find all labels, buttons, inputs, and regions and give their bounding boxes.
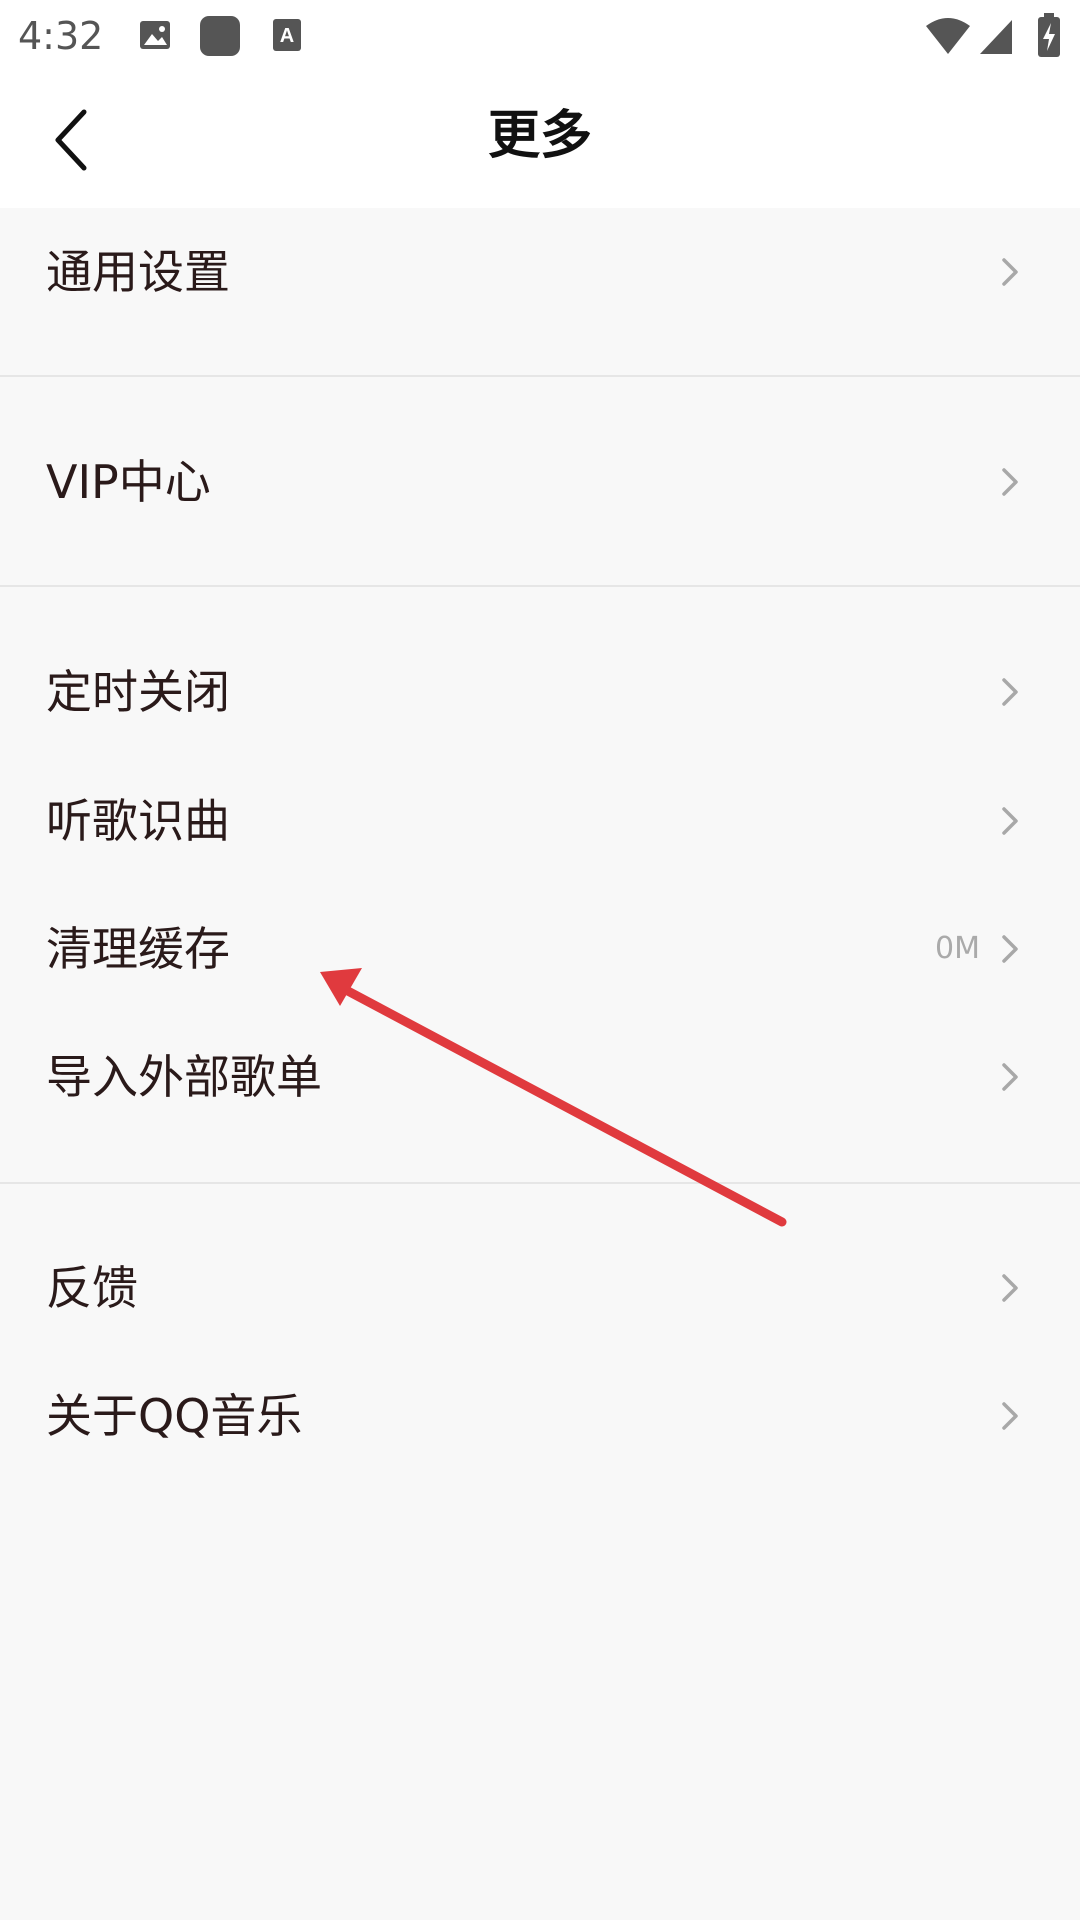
chevron-right-icon <box>1002 1274 1018 1302</box>
a-icon: A <box>273 19 301 51</box>
chevron-right-icon <box>1002 1402 1018 1430</box>
app-icon <box>200 16 240 56</box>
wifi-icon <box>926 18 970 54</box>
menu-item-song-recognition[interactable]: 听歌识曲 <box>0 757 1080 885</box>
menu-item-general-settings[interactable]: 通用设置 <box>0 208 1080 336</box>
chevron-right-icon <box>1002 935 1018 963</box>
menu-item-label: VIP中心 <box>46 455 211 509</box>
svg-text:A: A <box>280 25 294 47</box>
menu-item-feedback[interactable]: 反馈 <box>0 1224 1080 1352</box>
menu-item-vip-center[interactable]: VIP中心 <box>0 418 1080 546</box>
battery-icon <box>1038 13 1060 57</box>
menu-item-label: 关于QQ音乐 <box>46 1389 303 1443</box>
chevron-right-icon <box>1002 807 1018 835</box>
menu-item-label: 清理缓存 <box>46 922 230 976</box>
menu-item-about[interactable]: 关于QQ音乐 <box>0 1352 1080 1480</box>
cache-size-value: 0M <box>935 931 980 966</box>
chevron-right-icon <box>1002 258 1018 286</box>
chevron-right-icon <box>1002 1063 1018 1091</box>
menu-item-import-playlist[interactable]: 导入外部歌单 <box>0 1013 1080 1141</box>
menu-item-label: 听歌识曲 <box>46 794 230 848</box>
menu-item-label: 导入外部歌单 <box>46 1050 322 1104</box>
menu-item-clear-cache[interactable]: 清理缓存 0M <box>0 885 1080 1013</box>
section-divider <box>0 375 1080 377</box>
menu-item-label: 通用设置 <box>46 245 230 299</box>
chevron-right-icon <box>1002 468 1018 496</box>
chevron-right-icon <box>1002 678 1018 706</box>
menu-item-sleep-timer[interactable]: 定时关闭 <box>0 628 1080 756</box>
section-divider <box>0 1182 1080 1184</box>
menu-item-label: 定时关闭 <box>46 665 230 719</box>
section-divider <box>0 585 1080 587</box>
status-bar: 4:32 A <box>0 0 1080 72</box>
image-icon <box>140 21 170 49</box>
menu-item-label: 反馈 <box>46 1261 138 1315</box>
header-bar: 更多 <box>0 72 1080 208</box>
status-time: 4:32 <box>18 14 104 58</box>
signal-icon <box>980 20 1012 54</box>
page-title: 更多 <box>487 106 592 166</box>
